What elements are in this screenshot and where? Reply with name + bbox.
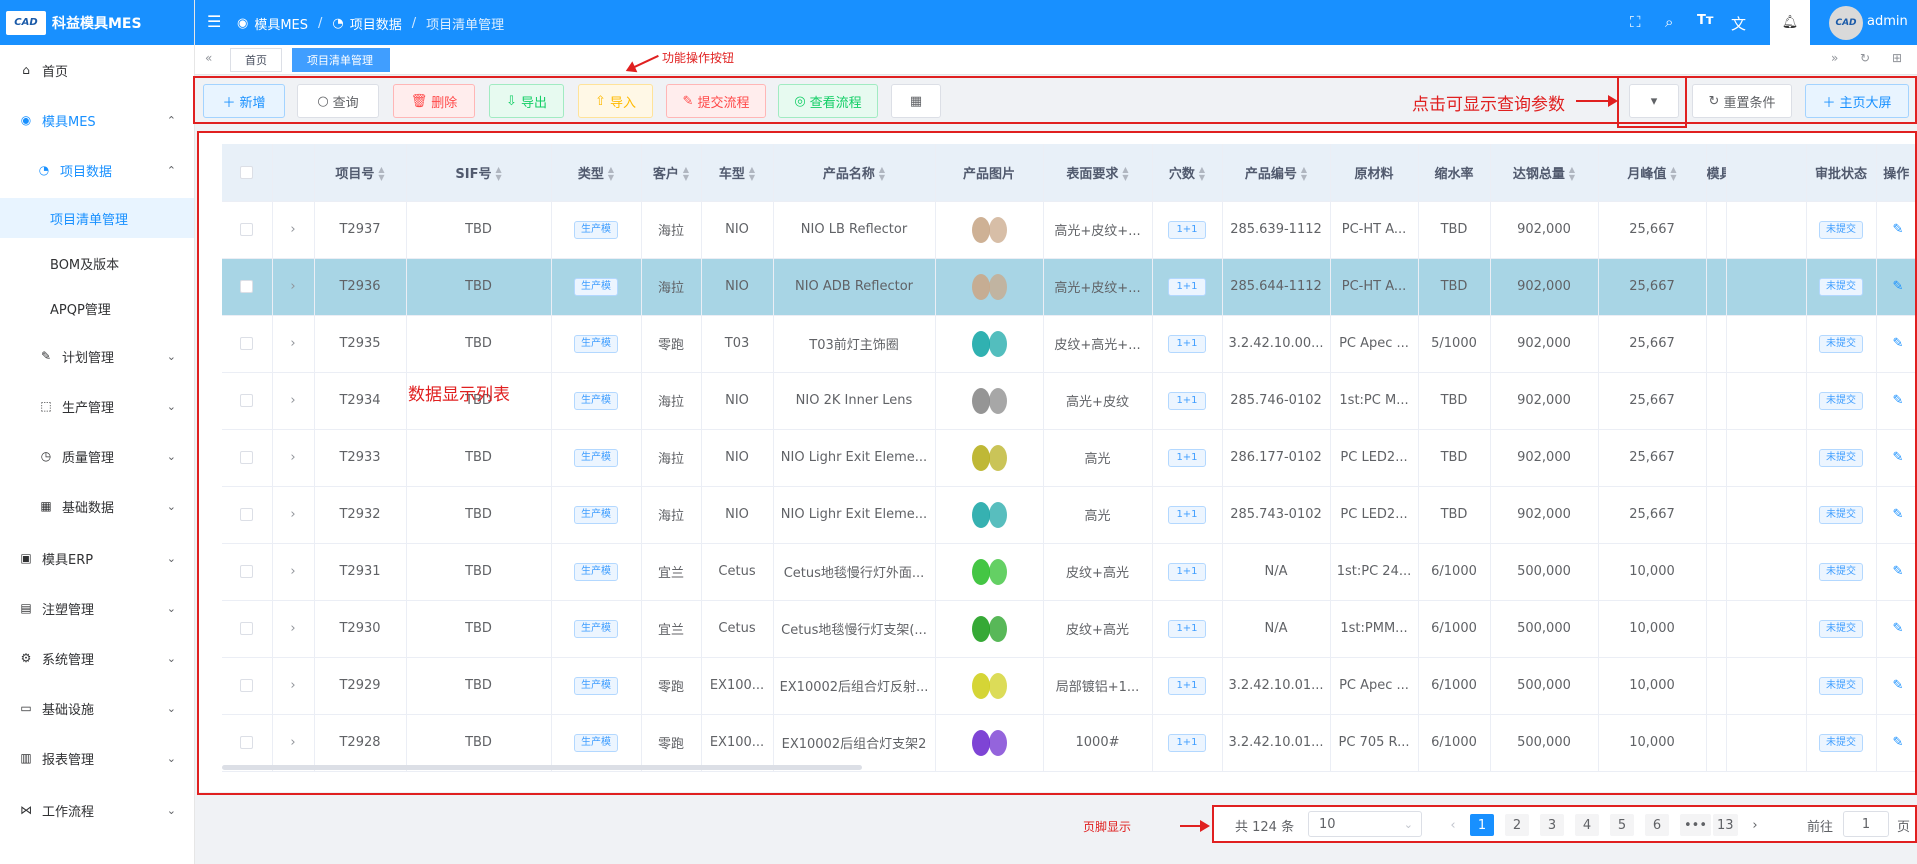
user-name[interactable]: admin (1867, 14, 1908, 29)
chevron-down-icon: ⌄ (166, 551, 176, 565)
chevron-down-icon: ⌄ (166, 751, 176, 765)
query-annotation-box (1617, 76, 1687, 128)
sidebar-item-label: 工作流程 (42, 804, 95, 820)
fullscreen-icon[interactable]: ⛶ (1630, 13, 1641, 31)
sidebar-item-11[interactable]: ▤ 注塑管理 ⌄ (0, 588, 194, 628)
monitor-icon: ▭ (20, 701, 32, 715)
sidebar-item-3[interactable]: 项目清单管理 (0, 198, 194, 238)
sidebar-item-label: 首页 (42, 64, 69, 80)
query-annotation-arrow (1576, 95, 1618, 107)
sidebar-item-8[interactable]: ◷ 质量管理 ⌄ (0, 436, 194, 476)
sidebar-item-9[interactable]: ▦ 基础数据 ⌄ (0, 486, 194, 526)
breadcrumb-sep: / (411, 16, 417, 31)
footer-annotation-arrow (1180, 820, 1210, 832)
tab-home[interactable]: 首页 (230, 48, 282, 72)
chevron-down-icon: ⌄ (166, 449, 176, 463)
timer-icon: ◷ (40, 449, 52, 463)
sidebar-item-4[interactable]: BOM及版本 (0, 243, 194, 283)
edit-icon: ✎ (40, 349, 52, 363)
menu-toggle-icon[interactable]: ☰ (207, 12, 221, 31)
sidebar-item-5[interactable]: APQP管理 (0, 288, 194, 328)
chevron-up-icon: ⌃ (166, 163, 176, 177)
sidebar-item-2[interactable]: ◔ 项目数据 ⌃ (0, 150, 194, 190)
header: ☰ ◉ 模具MES / ◔ 项目数据 / 项目清单管理 ⛶ ⌕ Tт 文 🔔︎ … (195, 0, 1917, 45)
breadcrumb-item-mes[interactable]: 模具MES (254, 14, 308, 33)
sidebar-item-label: 项目清单管理 (50, 212, 129, 228)
box-icon: ▤ (20, 601, 32, 615)
font-size-icon[interactable]: Tт (1697, 13, 1713, 28)
sidebar-item-label: APQP管理 (50, 302, 111, 318)
toolbar-annotation-text: 功能操作按钮 (662, 51, 735, 65)
camera-icon: ◉ (237, 16, 249, 31)
gear-icon: ⚙ (20, 651, 32, 665)
breadcrumb-item-current: 项目清单管理 (426, 18, 505, 33)
sidebar-item-label: 报表管理 (42, 752, 95, 768)
avatar[interactable]: CAD (1829, 6, 1863, 40)
sidebar-item-label: 项目数据 (60, 164, 113, 180)
chevron-down-icon: ⌄ (166, 499, 176, 513)
search-icon[interactable]: ⌕ (1665, 13, 1673, 31)
home-icon: ⌂ (22, 63, 30, 77)
chevron-down-icon: ⌄ (166, 601, 176, 615)
briefcase-icon: ▣ (20, 551, 32, 565)
sidebar-item-1[interactable]: ◉ 模具MES ⌃ (0, 100, 194, 140)
chevron-down-icon: ⌄ (166, 701, 176, 715)
sidebar-item-7[interactable]: ⬚ 生产管理 ⌄ (0, 386, 194, 426)
breadcrumb-item-project[interactable]: 项目数据 (350, 14, 402, 33)
notification-button[interactable]: 🔔︎ (1770, 0, 1810, 45)
app-logo[interactable]: CAD 科益模具MES (0, 0, 194, 45)
camera-icon: ◉ (20, 113, 32, 127)
alarm-icon: ◔ (332, 16, 344, 31)
sidebar-item-label: 基础设施 (42, 702, 95, 718)
sidebar-item-15[interactable]: ⋈ 工作流程 ⌄ (0, 790, 194, 830)
sidebar-item-label: 系统管理 (42, 652, 95, 668)
table-annotation-box (197, 131, 1917, 795)
report-icon: ▥ (20, 751, 32, 765)
alarm-icon: ◔ (38, 163, 50, 177)
sidebar-item-label: 模具MES (42, 114, 96, 130)
sidebar-item-label: BOM及版本 (50, 257, 120, 273)
chevron-down-icon: ⌄ (166, 651, 176, 665)
sidebar-item-label: 生产管理 (62, 400, 115, 416)
sidebar-item-12[interactable]: ⚙ 系统管理 ⌄ (0, 638, 194, 678)
query-annotation-text: 点击可显示查询参数 (1412, 95, 1565, 115)
translate-icon[interactable]: 文 (1731, 13, 1746, 34)
sidebar-item-0[interactable]: ⌂ 首页 (0, 50, 194, 90)
calendar-icon: ▦ (40, 499, 52, 513)
logo-mark: CAD (6, 10, 46, 35)
tags-view: « 首页 项目清单管理 » ↻ ⊞ (195, 45, 1917, 75)
sidebar-item-13[interactable]: ▭ 基础设施 ⌄ (0, 688, 194, 728)
chevron-down-icon: ⌄ (166, 803, 176, 817)
sidebar-item-10[interactable]: ▣ 模具ERP ⌄ (0, 538, 194, 578)
sidebar-item-label: 注塑管理 (42, 602, 95, 618)
sidebar-item-14[interactable]: ▥ 报表管理 ⌄ (0, 738, 194, 778)
tabs-scroll-left-icon[interactable]: « (205, 51, 212, 65)
sidebar-item-6[interactable]: ✎ 计划管理 ⌄ (0, 336, 194, 376)
tabs-menu-icon[interactable]: ⊞ (1892, 51, 1902, 65)
refresh-icon[interactable]: ↻ (1860, 51, 1870, 65)
tabs-scroll-right-icon[interactable]: » (1831, 51, 1838, 65)
cube-icon: ⬚ (40, 399, 52, 413)
bell-icon: 🔔︎ (1781, 15, 1799, 30)
sidebar-item-label: 计划管理 (62, 350, 115, 366)
footer-annotation-box (1212, 805, 1917, 843)
breadcrumb-sep: / (318, 16, 323, 31)
footer-annotation-text: 页脚显示 (1083, 820, 1132, 834)
sidebar-item-label: 基础数据 (62, 500, 115, 516)
workflow-icon: ⋈ (20, 803, 32, 817)
chevron-down-icon: ⌄ (166, 399, 176, 413)
table-annotation-text: 数据显示列表 (408, 385, 510, 405)
tab-project-list[interactable]: 项目清单管理 (292, 48, 390, 72)
sidebar-item-label: 质量管理 (62, 450, 115, 466)
app-name: 科益模具MES (52, 15, 142, 32)
sidebar-item-label: 模具ERP (42, 552, 94, 568)
chevron-down-icon: ⌄ (166, 349, 176, 363)
chevron-up-icon: ⌃ (166, 113, 176, 127)
breadcrumb: ◉ 模具MES / ◔ 项目数据 / 项目清单管理 (237, 14, 504, 33)
